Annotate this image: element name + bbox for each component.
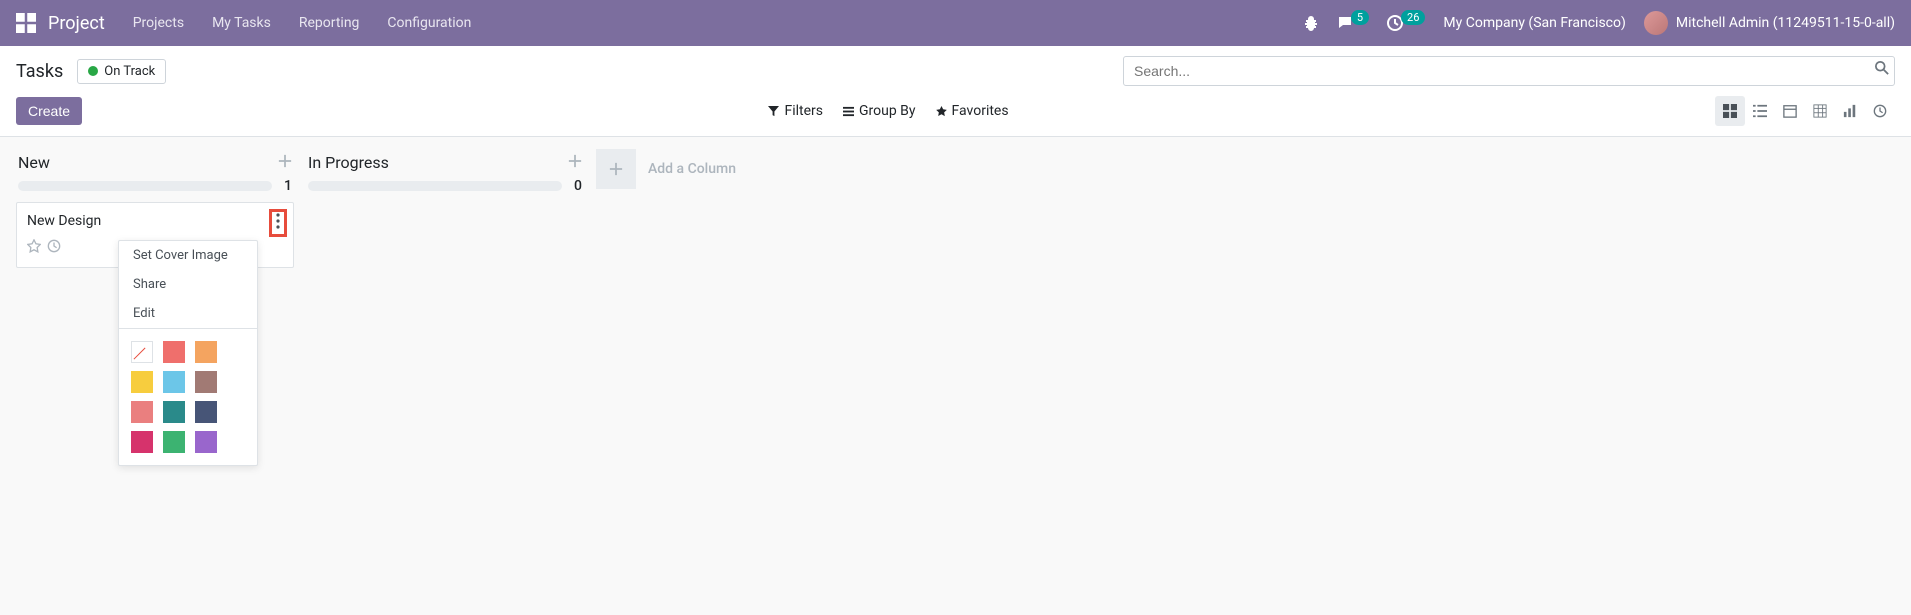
column-count: 0 [574,178,582,194]
color-swatch[interactable] [163,431,185,453]
pivot-view-button[interactable] [1805,96,1835,126]
user-menu[interactable]: Mitchell Admin (11249511-15-0-all) [1644,11,1895,35]
priority-star-icon[interactable] [27,239,41,257]
menu-share[interactable]: Share [119,270,257,299]
graph-view-button[interactable] [1835,96,1865,126]
menu-set-cover-image[interactable]: Set Cover Image [119,241,257,270]
calendar-view-button[interactable] [1775,96,1805,126]
column-progress-bar [18,181,272,191]
color-swatch[interactable] [163,401,185,423]
view-switcher [1715,96,1895,126]
control-panel: Tasks On Track Create Filters Group By F… [0,46,1911,137]
debug-icon[interactable] [1303,15,1319,31]
company-selector[interactable]: My Company (San Francisco) [1443,15,1625,31]
chat-badge: 5 [1351,10,1369,25]
menu-edit[interactable]: Edit [119,299,257,328]
apps-icon[interactable] [16,13,36,33]
kanban-column-in-progress: In Progress 0 [306,149,584,202]
color-swatch[interactable] [131,371,153,393]
nav-configuration[interactable]: Configuration [387,15,471,31]
status-label: On Track [104,64,155,79]
color-none[interactable] [131,341,153,363]
status-dot-icon [88,66,98,76]
search-input[interactable] [1123,56,1895,86]
app-brand[interactable]: Project [48,13,105,34]
color-swatch[interactable] [131,401,153,423]
add-column-label: Add a Column [648,161,736,177]
card-menu-button[interactable] [269,209,287,237]
nav-projects[interactable]: Projects [133,15,184,31]
color-swatch[interactable] [195,341,217,363]
quick-add-icon[interactable] [568,154,582,172]
activity-view-button[interactable] [1865,96,1895,126]
kanban-board: New 1 New Design In Progress 0 [0,137,1911,288]
card-context-menu: Set Cover Image Share Edit [118,240,258,466]
quick-add-icon[interactable] [278,154,292,172]
user-name: Mitchell Admin (11249511-15-0-all) [1676,15,1895,31]
activity-clock-icon[interactable] [47,239,61,257]
color-swatch[interactable] [163,371,185,393]
list-view-button[interactable] [1745,96,1775,126]
color-swatch[interactable] [195,401,217,423]
activity-icon[interactable]: 26 [1387,15,1425,31]
color-swatch[interactable] [195,371,217,393]
column-title[interactable]: New [18,153,278,172]
kanban-view-button[interactable] [1715,96,1745,126]
page-title: Tasks [16,61,63,82]
add-column[interactable]: Add a Column [596,149,736,189]
card-title: New Design [27,213,283,229]
avatar [1644,11,1668,35]
column-progress-bar [308,181,562,191]
create-button[interactable]: Create [16,97,82,125]
top-navbar: Project Projects My Tasks Reporting Conf… [0,0,1911,46]
search-icon[interactable] [1875,61,1889,79]
messaging-icon[interactable]: 5 [1337,15,1369,31]
status-badge[interactable]: On Track [77,59,166,84]
activity-badge: 26 [1401,10,1425,25]
favorites-button[interactable]: Favorites [936,103,1009,119]
column-title[interactable]: In Progress [308,153,568,172]
color-swatch[interactable] [195,431,217,453]
color-swatch[interactable] [163,341,185,363]
search-box [1123,56,1895,86]
column-count: 1 [284,178,292,194]
color-picker [119,329,257,465]
groupby-button[interactable]: Group By [843,103,916,119]
filters-button[interactable]: Filters [768,103,823,119]
nav-my-tasks[interactable]: My Tasks [212,15,271,31]
add-column-icon[interactable] [596,149,636,189]
nav-reporting[interactable]: Reporting [299,15,360,31]
color-swatch[interactable] [131,431,153,453]
